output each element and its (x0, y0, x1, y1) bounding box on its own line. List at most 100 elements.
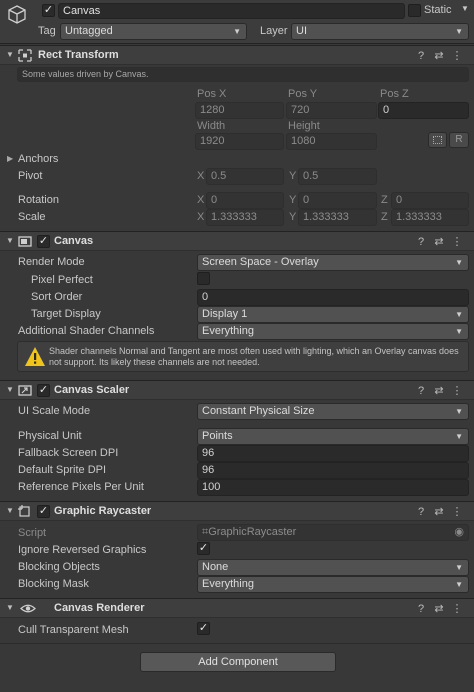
presets-icon[interactable]: ⇄ (430, 235, 448, 248)
cull-transparent-mesh-label: Cull Transparent Mesh (18, 624, 129, 636)
sort-order-field[interactable]: 0 (197, 289, 469, 306)
chevron-down-icon: ▼ (455, 580, 463, 589)
sort-order-label: Sort Order (31, 291, 83, 303)
tag-dropdown[interactable]: Untagged ▼ (60, 23, 247, 40)
kebab-menu-icon[interactable]: ⋮ (448, 602, 466, 615)
blocking-mask-dropdown[interactable]: Everything ▼ (197, 576, 469, 593)
scale-z-label: Z (381, 211, 388, 223)
script-field[interactable]: ⌗GraphicRaycaster ◉ (197, 524, 469, 541)
pivot-y-field[interactable]: 0.5 (298, 168, 377, 185)
rotation-y-field[interactable]: 0 (298, 192, 377, 209)
width-label: Width (197, 120, 226, 132)
default-sprite-dpi-field[interactable]: 96 (197, 462, 469, 479)
layer-dropdown[interactable]: UI ▼ (291, 23, 469, 40)
canvas-header[interactable]: ▼ ✓ Canvas ? ⇄ ⋮ (0, 231, 474, 251)
shader-channels-value: Everything (202, 325, 254, 337)
rect-transform-header[interactable]: ▼ Rect Transform ? ⇄ ⋮ (0, 45, 474, 65)
shader-channels-dropdown[interactable]: Everything ▼ (197, 323, 469, 340)
pos-z-field[interactable]: 0 (378, 102, 469, 119)
gameobject-name-input[interactable]: Canvas (58, 3, 405, 19)
kebab-menu-icon[interactable]: ⋮ (448, 505, 466, 518)
canvas-renderer-header[interactable]: ▼ Canvas Renderer ? ⇄ ⋮ (0, 598, 474, 618)
canvas-scaler-enabled-checkbox[interactable]: ✓ (37, 384, 50, 397)
help-icon[interactable]: ? (412, 603, 430, 615)
add-component-button[interactable]: Add Component (140, 652, 336, 672)
kebab-menu-icon[interactable]: ⋮ (448, 235, 466, 248)
ref-ppu-label: Reference Pixels Per Unit (18, 481, 144, 493)
foldout-arrow-icon[interactable]: ▼ (6, 385, 14, 394)
physical-unit-dropdown[interactable]: Points ▼ (197, 428, 469, 445)
physical-unit-label: Physical Unit (18, 430, 82, 442)
scale-y-field[interactable]: 1.333333 (298, 209, 377, 226)
height-label: Height (288, 120, 320, 132)
ref-ppu-field[interactable]: 100 (197, 479, 469, 496)
scale-z-field[interactable]: 1.333333 (391, 209, 469, 226)
render-mode-dropdown[interactable]: Screen Space - Overlay ▼ (197, 254, 469, 271)
presets-icon[interactable]: ⇄ (430, 602, 448, 615)
rotation-y-label: Y (289, 194, 297, 206)
pixel-perfect-label: Pixel Perfect (31, 274, 93, 286)
ui-scale-mode-dropdown[interactable]: Constant Physical Size ▼ (197, 403, 469, 420)
height-field[interactable]: 1080 (286, 133, 377, 150)
pivot-x-field[interactable]: 0.5 (206, 168, 284, 185)
kebab-menu-icon[interactable]: ⋮ (448, 49, 466, 62)
scale-y-label: Y (289, 211, 297, 223)
pos-y-label: Pos Y (288, 88, 318, 100)
graphic-raycaster-header[interactable]: ▼ ✓ Graphic Raycaster ? ⇄ ⋮ (0, 501, 474, 521)
script-value: GraphicRaycaster (208, 526, 297, 538)
render-mode-value: Screen Space - Overlay (202, 256, 319, 268)
target-display-value: Display 1 (202, 308, 248, 320)
pivot-x-label: X (197, 170, 205, 182)
blueprint-mode-button[interactable] (428, 132, 447, 148)
chevron-down-icon: ▼ (455, 432, 463, 441)
graphic-raycaster-enabled-checkbox[interactable]: ✓ (37, 505, 50, 518)
rect-transform-title: Rect Transform (38, 49, 119, 61)
canvas-enabled-checkbox[interactable]: ✓ (37, 235, 50, 248)
tag-label: Tag (38, 25, 56, 37)
foldout-arrow-icon[interactable]: ▼ (6, 506, 14, 515)
chevron-down-icon: ▼ (455, 327, 463, 336)
ui-scale-mode-value: Constant Physical Size (202, 405, 315, 417)
static-checkbox[interactable] (408, 4, 421, 17)
static-dropdown-arrow-icon[interactable]: ▼ (461, 4, 469, 13)
cull-transparent-mesh-checkbox[interactable]: ✓ (197, 622, 210, 635)
default-sprite-dpi-label: Default Sprite DPI (18, 464, 107, 476)
chevron-down-icon: ▼ (455, 407, 463, 416)
pos-y-field[interactable]: 720 (286, 102, 377, 119)
chevron-down-icon: ▼ (233, 27, 241, 36)
help-icon[interactable]: ? (412, 506, 430, 518)
help-icon[interactable]: ? (412, 385, 430, 397)
object-picker-icon[interactable]: ◉ (454, 525, 464, 540)
raw-edit-button[interactable]: R (449, 132, 469, 148)
anchors-foldout-icon[interactable]: ▶ (7, 154, 13, 163)
target-display-dropdown[interactable]: Display 1 ▼ (197, 306, 469, 323)
pivot-y-label: Y (289, 170, 297, 182)
width-field[interactable]: 1920 (195, 133, 284, 150)
canvas-title: Canvas (54, 235, 94, 247)
pos-x-field[interactable]: 1280 (195, 102, 284, 119)
pixel-perfect-checkbox[interactable] (197, 272, 210, 285)
rotation-z-field[interactable]: 0 (391, 192, 469, 209)
fallback-dpi-label: Fallback Screen DPI (18, 447, 119, 459)
foldout-arrow-icon[interactable]: ▼ (6, 50, 14, 59)
help-icon[interactable]: ? (412, 50, 430, 62)
blocking-objects-dropdown[interactable]: None ▼ (197, 559, 469, 576)
presets-icon[interactable]: ⇄ (430, 505, 448, 518)
scale-x-label: X (197, 211, 205, 223)
active-checkbox[interactable]: ✓ (42, 4, 55, 17)
scale-x-field[interactable]: 1.333333 (206, 209, 284, 226)
foldout-arrow-icon[interactable]: ▼ (6, 236, 14, 245)
anchors-label[interactable]: Anchors (18, 153, 58, 165)
foldout-arrow-icon[interactable]: ▼ (6, 603, 14, 612)
blocking-objects-label: Blocking Objects (18, 561, 100, 573)
kebab-menu-icon[interactable]: ⋮ (448, 384, 466, 397)
presets-icon[interactable]: ⇄ (430, 384, 448, 397)
help-icon[interactable]: ? (412, 236, 430, 248)
cube-icon (6, 4, 28, 26)
ignore-reversed-checkbox[interactable]: ✓ (197, 542, 210, 555)
canvas-scaler-header[interactable]: ▼ ✓ Canvas Scaler ? ⇄ ⋮ (0, 380, 474, 400)
rotation-x-field[interactable]: 0 (206, 192, 284, 209)
fallback-dpi-field[interactable]: 96 (197, 445, 469, 462)
presets-icon[interactable]: ⇄ (430, 49, 448, 62)
pivot-label: Pivot (18, 170, 43, 182)
